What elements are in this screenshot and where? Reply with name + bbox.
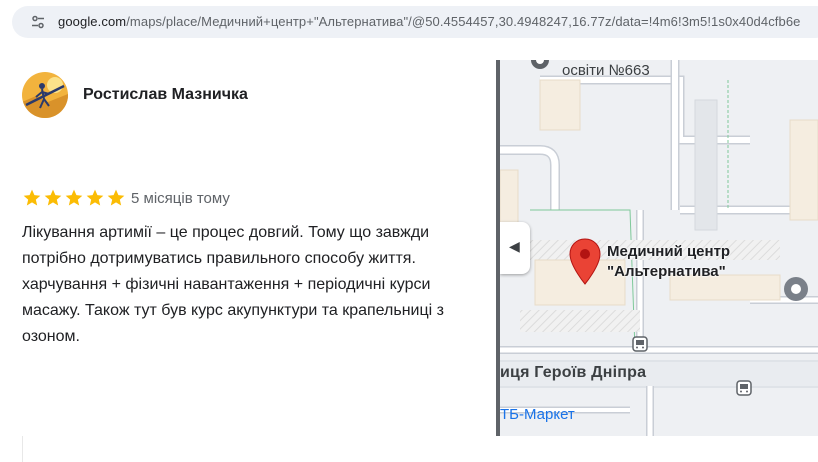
browser-address-bar: google.com/maps/place/Медичний+центр+"Ал… xyxy=(0,0,818,44)
reviewer-name[interactable]: Ростислав Мазничка xyxy=(83,86,248,104)
avatar-image xyxy=(22,72,68,118)
street-label: иця Героїв Дніпра xyxy=(500,364,647,381)
url-input[interactable]: google.com/maps/place/Медичний+центр+"Ал… xyxy=(12,6,818,38)
url-path: /maps/place/Медичний+центр+"Альтернатива… xyxy=(126,14,801,29)
reviewer-avatar[interactable] xyxy=(22,72,68,118)
place-title-line1: Медичний центр xyxy=(607,243,731,260)
review-card: Ростислав Мазничка 5 місяців тому Лікува… xyxy=(0,44,496,462)
site-settings-icon[interactable] xyxy=(30,14,46,30)
place-title-line2: "Альтернатива" xyxy=(607,263,726,280)
star-icon xyxy=(23,189,41,206)
star-icon xyxy=(86,189,104,206)
place-pin-icon[interactable] xyxy=(568,238,602,286)
url-text: google.com/maps/place/Медичний+центр+"Ал… xyxy=(58,14,801,29)
place-title-label[interactable]: Медичний центр "Альтернатива" xyxy=(607,242,730,282)
star-icon xyxy=(107,189,125,206)
chevron-left-icon: ◀ xyxy=(509,238,520,254)
bus-stop-icon[interactable] xyxy=(632,336,648,352)
bus-stop-icon[interactable] xyxy=(736,380,752,396)
star-icon xyxy=(44,189,62,206)
url-domain: google.com xyxy=(58,14,127,29)
review-date: 5 місяців тому xyxy=(131,190,230,207)
collapse-panel-button[interactable]: ◀ xyxy=(500,222,530,274)
map-view[interactable]: освіти №663 Медичний центр "Альтернатива… xyxy=(500,60,818,436)
divider-line xyxy=(22,436,53,462)
star-icon xyxy=(65,189,83,206)
school-label[interactable]: освіти №663 xyxy=(562,62,650,79)
store-label[interactable]: ТБ-Маркет xyxy=(500,406,575,423)
review-text: Лікування артимії – це процес довгий. То… xyxy=(22,224,444,345)
star-rating xyxy=(22,188,126,210)
